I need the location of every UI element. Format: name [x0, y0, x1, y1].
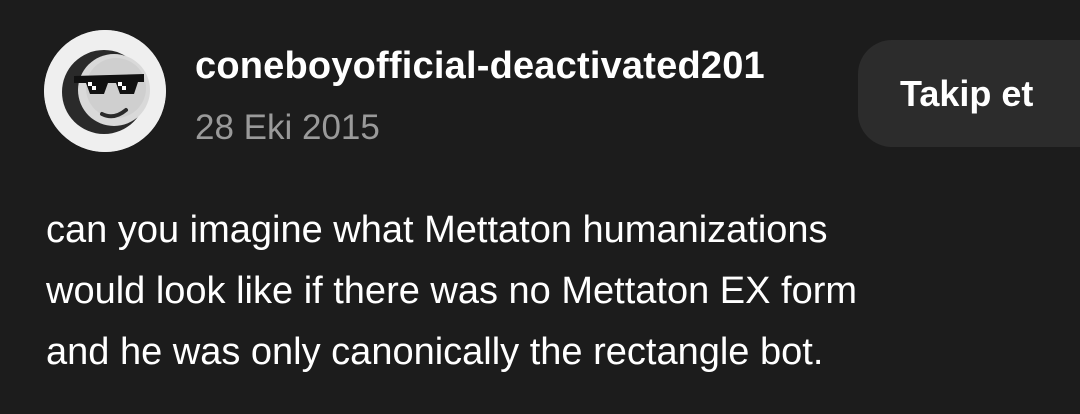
- author-username[interactable]: coneboyofficial-deactivated201: [195, 40, 833, 92]
- follow-button[interactable]: Takip et: [858, 40, 1080, 147]
- sunglasses-face-icon: [44, 30, 166, 152]
- post-body-line: would look like if there was no Mettaton…: [46, 270, 858, 312]
- post-card: coneboyofficial-deactivated201 28 Eki 20…: [0, 0, 1080, 414]
- post-body-line: and he was only canonically the rectangl…: [46, 331, 824, 373]
- post-body: can you imagine what Mettaton humanizati…: [46, 200, 1056, 383]
- post-date[interactable]: 28 Eki 2015: [195, 104, 380, 152]
- post-body-line: can you imagine what Mettaton humanizati…: [46, 209, 828, 251]
- avatar[interactable]: [44, 30, 166, 152]
